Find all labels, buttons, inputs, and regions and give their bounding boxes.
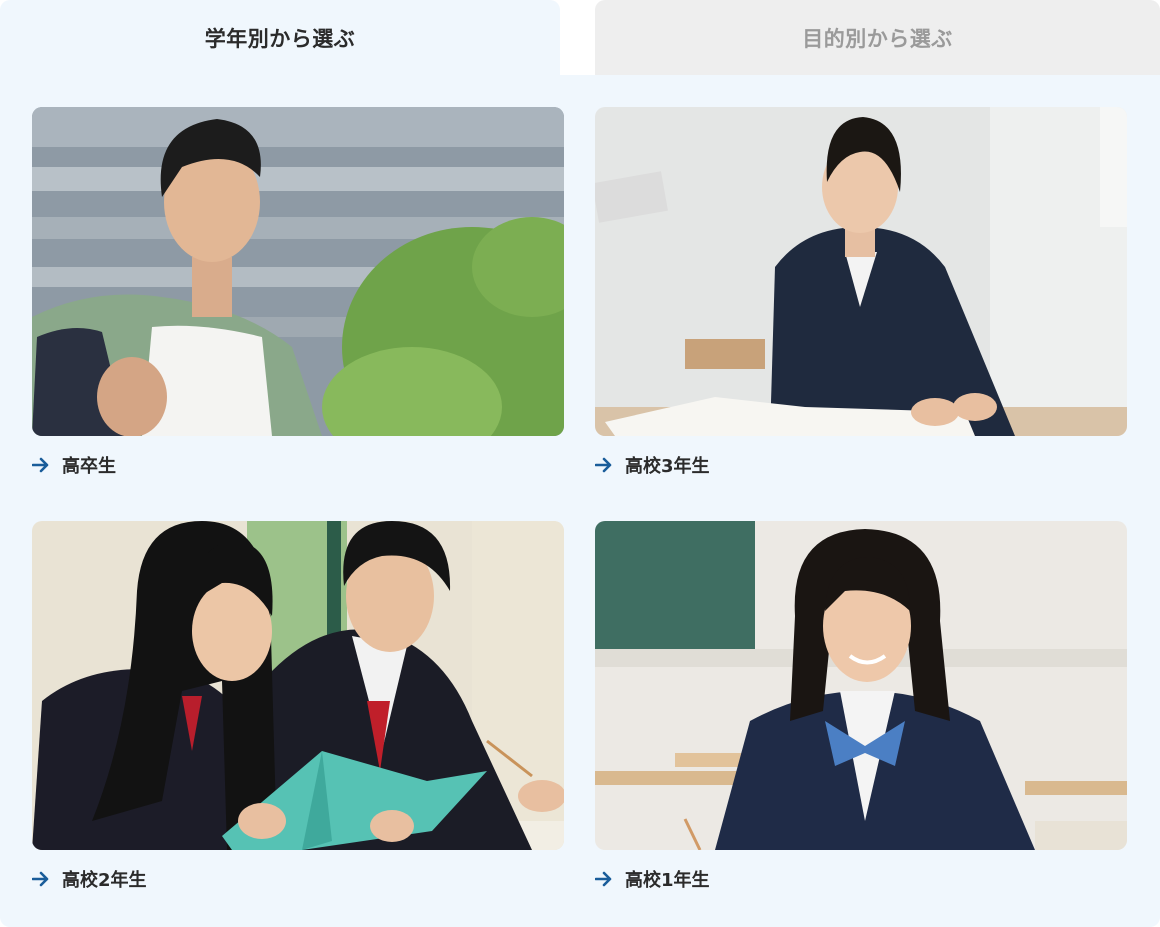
card-photo-grade-3	[595, 107, 1127, 436]
tab-by-purpose-label: 目的別から選ぶ	[802, 26, 953, 51]
arrow-right-icon	[595, 455, 615, 475]
arrow-right-icon	[32, 869, 52, 889]
grade-panel: 高卒生 高校3年生 高校2年生 高校1年生	[0, 75, 1160, 927]
tab-by-purpose[interactable]: 目的別から選ぶ	[595, 0, 1160, 75]
card-label-grade-3[interactable]: 高校3年生	[595, 452, 710, 478]
card-label-text: 高校3年生	[625, 456, 710, 477]
grade-tab-bar: 学年別から選ぶ 目的別から選ぶ	[0, 0, 1160, 75]
arrow-right-icon	[595, 869, 615, 889]
card-label-text: 高校2年生	[62, 870, 147, 891]
card-label-text: 高校1年生	[625, 870, 710, 891]
card-label-grade-1[interactable]: 高校1年生	[595, 866, 710, 892]
tab-by-grade-label: 学年別から選ぶ	[204, 26, 356, 51]
card-label-grade-2[interactable]: 高校2年生	[32, 866, 147, 892]
card-photo-grade-1	[595, 521, 1127, 850]
card-photo-grade-2	[32, 521, 564, 850]
arrow-right-icon	[32, 455, 52, 475]
card-photo-graduate	[32, 107, 564, 436]
card-label-graduate[interactable]: 高卒生	[32, 452, 116, 478]
tab-by-grade[interactable]: 学年別から選ぶ	[0, 0, 560, 75]
card-label-text: 高卒生	[62, 456, 116, 477]
